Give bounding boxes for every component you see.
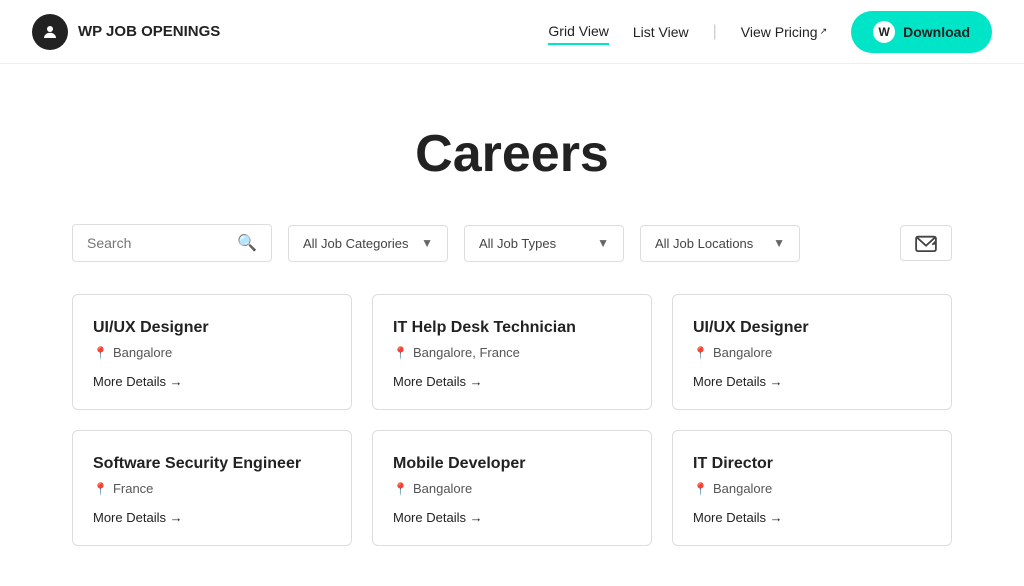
- job-location: 📍 France: [93, 481, 331, 496]
- job-location-text: Bangalore: [713, 481, 772, 496]
- categories-dropdown[interactable]: All Job Categories ▼: [288, 225, 448, 262]
- job-title: IT Help Desk Technician: [393, 319, 631, 337]
- job-title: UI/UX Designer: [693, 319, 931, 337]
- job-card: UI/UX Designer 📍 Bangalore More Details …: [672, 294, 952, 410]
- job-location-text: France: [113, 481, 153, 496]
- page-title: Careers: [32, 124, 992, 184]
- filters-bar: 🔍 All Job Categories ▼ All Job Types ▼ A…: [0, 224, 1024, 262]
- job-card: Mobile Developer 📍 Bangalore More Detail…: [372, 430, 652, 546]
- job-location: 📍 Bangalore: [93, 345, 331, 360]
- job-title: Mobile Developer: [393, 455, 631, 473]
- more-details-link[interactable]: More Details →: [93, 374, 331, 389]
- chevron-down-icon: ▼: [773, 236, 785, 250]
- chevron-down-icon: ▼: [597, 236, 609, 250]
- job-title: Software Security Engineer: [93, 455, 331, 473]
- logo-icon: [32, 14, 68, 50]
- chevron-down-icon: ▼: [421, 236, 433, 250]
- nav-grid-view[interactable]: Grid View: [548, 19, 608, 45]
- search-icon: 🔍: [237, 233, 257, 253]
- nav-links: Grid View List View | View Pricing↗ W Do…: [548, 11, 992, 53]
- location-icon: 📍: [393, 482, 408, 496]
- location-icon: 📍: [693, 482, 708, 496]
- job-title: IT Director: [693, 455, 931, 473]
- job-card: IT Director 📍 Bangalore More Details →: [672, 430, 952, 546]
- job-card: UI/UX Designer 📍 Bangalore More Details …: [72, 294, 352, 410]
- job-location: 📍 Bangalore: [693, 481, 931, 496]
- job-location-text: Bangalore: [413, 481, 472, 496]
- locations-dropdown[interactable]: All Job Locations ▼: [640, 225, 800, 262]
- wp-icon: W: [873, 21, 895, 43]
- search-input[interactable]: [87, 235, 229, 251]
- job-location-text: Bangalore, France: [413, 345, 520, 360]
- job-card: IT Help Desk Technician 📍 Bangalore, Fra…: [372, 294, 652, 410]
- download-button[interactable]: W Download: [851, 11, 992, 53]
- navbar: WP JOB OPENINGS Grid View List View | Vi…: [0, 0, 1024, 64]
- more-details-link[interactable]: More Details →: [393, 510, 631, 525]
- job-location: 📍 Bangalore, France: [393, 345, 631, 360]
- nav-divider: |: [713, 23, 717, 41]
- location-icon: 📍: [93, 346, 108, 360]
- location-icon: 📍: [93, 482, 108, 496]
- job-location: 📍 Bangalore: [693, 345, 931, 360]
- logo-text: WP JOB OPENINGS: [78, 23, 220, 40]
- job-grid: UI/UX Designer 📍 Bangalore More Details …: [0, 294, 1024, 586]
- location-icon: 📍: [393, 346, 408, 360]
- more-details-link[interactable]: More Details →: [693, 374, 931, 389]
- more-details-link[interactable]: More Details →: [393, 374, 631, 389]
- job-location-text: Bangalore: [713, 345, 772, 360]
- job-location-text: Bangalore: [113, 345, 172, 360]
- nav-pricing[interactable]: View Pricing↗: [741, 20, 827, 44]
- more-details-link[interactable]: More Details →: [93, 510, 331, 525]
- types-dropdown[interactable]: All Job Types ▼: [464, 225, 624, 262]
- job-title: UI/UX Designer: [93, 319, 331, 337]
- logo: WP JOB OPENINGS: [32, 14, 220, 50]
- search-box[interactable]: 🔍: [72, 224, 272, 262]
- email-alert-button[interactable]: [900, 225, 952, 261]
- job-card: Software Security Engineer 📍 France More…: [72, 430, 352, 546]
- hero-section: Careers: [0, 64, 1024, 224]
- more-details-link[interactable]: More Details →: [693, 510, 931, 525]
- nav-list-view[interactable]: List View: [633, 20, 689, 44]
- location-icon: 📍: [693, 346, 708, 360]
- job-location: 📍 Bangalore: [393, 481, 631, 496]
